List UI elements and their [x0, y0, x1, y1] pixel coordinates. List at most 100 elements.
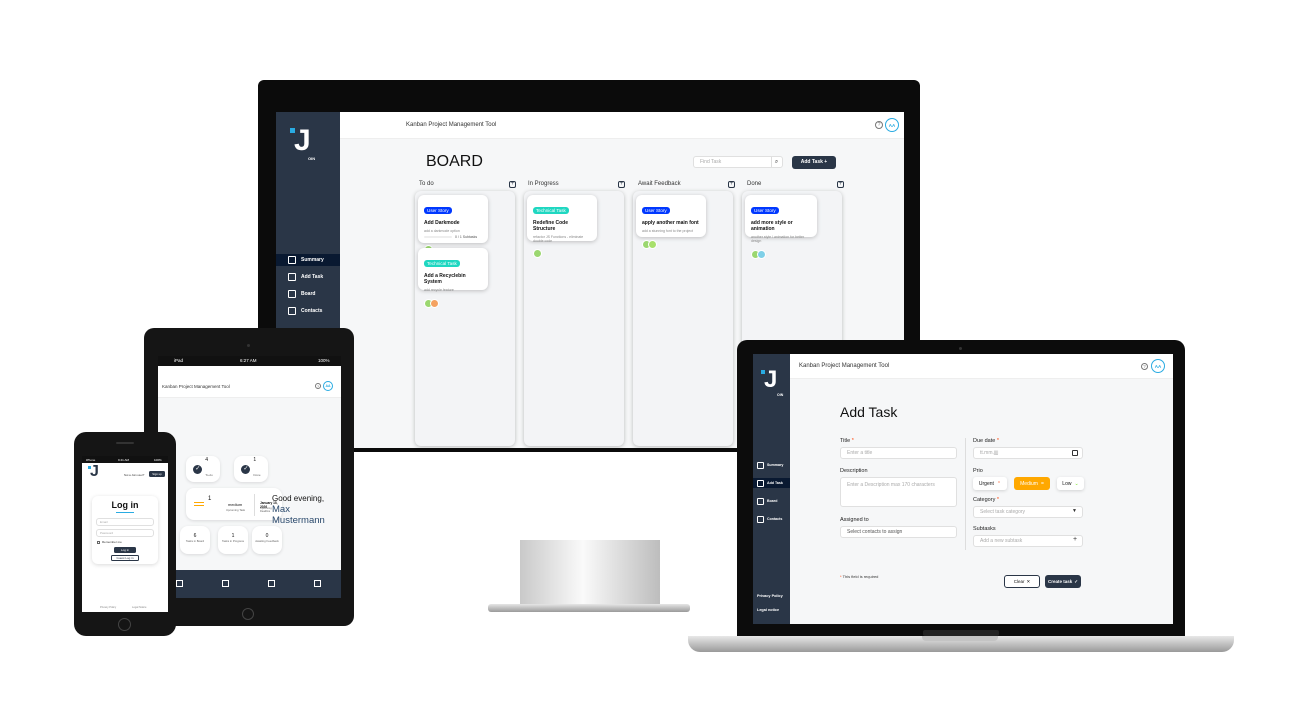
nav-add-task[interactable]: Add Task	[276, 271, 340, 283]
task-card[interactable]: Technical Task Redefine Code Structure r…	[527, 195, 597, 258]
join-logo: J OIN	[290, 126, 316, 162]
nav-board[interactable]: Board	[753, 496, 790, 506]
user-avatar[interactable]: AA	[885, 118, 899, 132]
join-logo: J	[88, 463, 99, 480]
subtask-progress: 0 / 1 Subtasks	[455, 235, 478, 239]
join-logo: J OIN	[761, 368, 783, 400]
board-count-tile[interactable]: 6 Tasks in Board	[180, 526, 210, 554]
column-title: In Progress	[528, 181, 559, 187]
category-badge: Technical Task	[424, 260, 460, 267]
add-task-icon[interactable]	[222, 580, 229, 587]
assigned-to-select[interactable]: Select contacts to assign	[840, 526, 957, 538]
summary-icon[interactable]	[176, 580, 183, 587]
monitor-stand	[520, 540, 660, 612]
phone-speaker	[116, 442, 134, 444]
done-tile[interactable]: ✓ 1 Done	[234, 456, 268, 482]
tablet-camera	[247, 344, 250, 347]
add-subtask-icon[interactable]: +	[1073, 536, 1077, 543]
tablet-home-button	[242, 608, 254, 620]
user-avatar[interactable]: AA	[323, 381, 333, 391]
task-description: add a darkmode option	[424, 229, 460, 233]
form-divider	[965, 438, 966, 550]
contacts-icon[interactable]	[314, 580, 321, 587]
tablet-screen: iPad 6:27 AM 100% Kanban Project Managem…	[158, 356, 341, 598]
board-icon[interactable]	[268, 580, 275, 587]
remember-me-label: Remember me	[102, 540, 122, 544]
board-title: BOARD	[426, 153, 483, 170]
help-icon[interactable]: ?	[315, 383, 321, 389]
nav-add-task[interactable]: Add Task	[753, 478, 790, 488]
task-title: apply another main font	[642, 220, 699, 226]
signup-button[interactable]: Sign up	[149, 471, 165, 477]
privacy-policy-link[interactable]: Privacy Policy	[100, 606, 116, 609]
summary-icon	[288, 256, 296, 264]
category-select[interactable]: Select task category	[973, 506, 1083, 518]
title-input[interactable]: Enter a title	[840, 447, 957, 459]
task-title: add more style or animation	[751, 220, 793, 232]
legal-notice-link[interactable]: Legal notice	[757, 608, 779, 612]
prio-medium-button[interactable]: Medium =	[1014, 477, 1050, 490]
nav-contacts[interactable]: Contacts	[276, 305, 340, 317]
add-to-column-button[interactable]: +	[618, 181, 625, 188]
chevron-down-icon[interactable]: ▼	[1072, 508, 1077, 514]
board-icon	[757, 497, 764, 505]
nav-summary[interactable]: Summary	[753, 460, 790, 470]
login-title-underline	[116, 512, 134, 513]
subtask-input[interactable]: Add a new subtask	[973, 535, 1083, 547]
close-icon: ✕	[1026, 578, 1031, 584]
task-title: Add Darkmode	[424, 220, 460, 226]
app-title: Kanban Project Management Tool	[406, 122, 497, 128]
greeting: Good evening,	[272, 494, 325, 503]
prio-label: Prio	[973, 468, 983, 474]
summary-icon	[757, 461, 764, 469]
subtask-progress-bar	[424, 236, 452, 238]
user-avatar[interactable]: AA	[1151, 359, 1165, 373]
search-icon[interactable]: ⌕	[771, 157, 781, 167]
tablet-header: Kanban Project Management Tool ? AA	[158, 376, 341, 398]
laptop-header: Kanban Project Management Tool ? AA	[790, 354, 1173, 379]
nav-contacts[interactable]: Contacts	[753, 514, 790, 524]
nav-summary[interactable]: Summary	[276, 254, 340, 266]
nav-board[interactable]: Board	[276, 288, 340, 300]
category-badge: User Story	[751, 207, 779, 214]
phone-device: iPhone 9:41 AM 100% J Not a Join user? S…	[74, 432, 176, 636]
phone-home-button	[118, 618, 131, 631]
title-label: Title *	[840, 438, 854, 444]
check-icon: ✓	[241, 464, 251, 474]
add-to-column-button[interactable]: +	[728, 181, 735, 188]
login-title: Log in	[111, 500, 139, 510]
prio-urgent-button[interactable]: Urgent ⌃	[973, 477, 1007, 490]
email-input[interactable]: Email	[96, 518, 154, 526]
search-input[interactable]: Find Task	[693, 156, 783, 168]
legal-notice-link[interactable]: Legal Notice	[132, 606, 146, 609]
feedback-count-tile[interactable]: 0 Awaiting Feedback	[252, 526, 282, 554]
add-to-column-button[interactable]: +	[837, 181, 844, 188]
progress-count-tile[interactable]: 1 Tasks in Progress	[218, 526, 248, 554]
todo-tile[interactable]: ✓ 4 To-do	[186, 456, 220, 482]
assignee-avatar	[648, 240, 657, 249]
add-to-column-button[interactable]: +	[509, 181, 516, 188]
login-button[interactable]: Log in	[114, 547, 136, 553]
clear-button[interactable]: Clear ✕	[1004, 575, 1040, 588]
task-card[interactable]: User Story apply another main font add a…	[636, 195, 706, 249]
help-icon[interactable]: ?	[875, 121, 883, 129]
description-label: Description	[840, 468, 868, 474]
monitor-base	[488, 604, 690, 612]
add-task-button[interactable]: Add Task +	[792, 156, 836, 169]
privacy-policy-link[interactable]: Privacy Policy	[757, 594, 783, 598]
calendar-icon[interactable]	[1072, 450, 1078, 456]
create-task-button[interactable]: Create task ✓	[1045, 575, 1081, 588]
urgent-tile[interactable]: 1 medium Upcoming Task January 15, 2026 …	[186, 488, 282, 520]
remember-me-checkbox[interactable]	[97, 541, 100, 544]
task-card[interactable]: Technical Task Add a Recyclebin System a…	[418, 248, 488, 308]
password-input[interactable]: Password	[96, 529, 154, 537]
task-card[interactable]: User Story add more style or animation a…	[745, 195, 817, 259]
task-card[interactable]: User Story Add Darkmode add a darkmode o…	[418, 195, 488, 254]
add-task-icon	[288, 273, 296, 281]
guest-login-button[interactable]: Guest Log in	[111, 555, 139, 561]
status-bar: iPhone 9:41 AM 100%	[82, 456, 168, 463]
description-textarea[interactable]: Enter a Description max 170 characters	[840, 477, 957, 507]
prio-low-button[interactable]: Low ⌄	[1057, 477, 1084, 490]
due-date-input[interactable]: tt.mm.jjjj	[973, 447, 1083, 459]
help-icon[interactable]: ?	[1141, 363, 1148, 370]
